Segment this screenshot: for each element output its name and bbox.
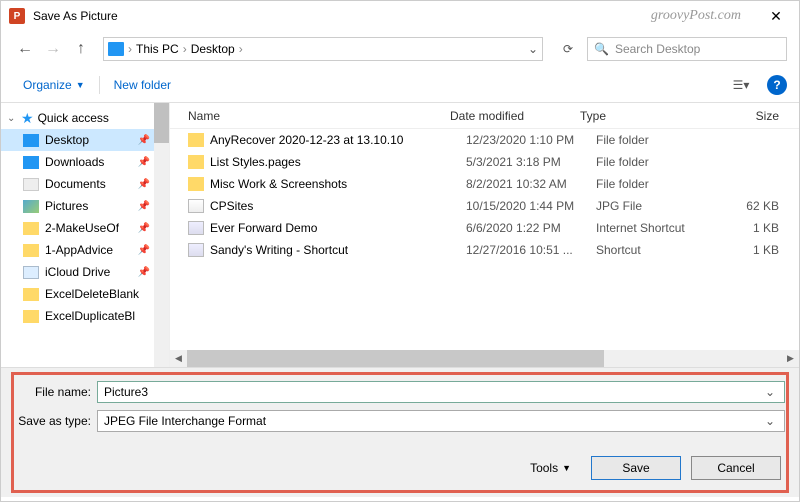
tree-item[interactable]: Documents📌: [1, 173, 154, 195]
chevron-down-icon: ▼: [562, 463, 571, 473]
refresh-button[interactable]: ⟳: [553, 37, 583, 61]
pin-icon: 📌: [138, 179, 150, 190]
save-button[interactable]: Save: [591, 456, 681, 480]
column-header-type[interactable]: Type: [580, 109, 700, 123]
breadcrumb[interactable]: › This PC › Desktop › ⌄: [103, 37, 543, 61]
file-row[interactable]: Sandy's Writing - Shortcut12/27/2016 10:…: [170, 239, 799, 261]
search-input[interactable]: 🔍 Search Desktop: [587, 37, 787, 61]
chevron-right-icon: ›: [183, 42, 187, 56]
file-icon: [188, 133, 204, 147]
file-icon: [188, 221, 204, 235]
pin-icon: 📌: [138, 157, 150, 168]
file-row[interactable]: Misc Work & Screenshots8/2/2021 10:32 AM…: [170, 173, 799, 195]
scroll-right-icon[interactable]: ▶: [782, 353, 799, 364]
star-icon: ★: [21, 110, 34, 127]
save-type-dropdown[interactable]: JPEG File Interchange Format ⌄: [97, 410, 785, 432]
chevron-down-icon[interactable]: ⌄: [762, 385, 778, 399]
tools-dropdown[interactable]: Tools▼: [530, 461, 571, 475]
file-icon: [188, 243, 204, 257]
pin-icon: 📌: [138, 201, 150, 212]
folder-icon: [23, 288, 39, 301]
chevron-down-icon: ▼: [76, 80, 85, 90]
chevron-down-icon[interactable]: ⌄: [762, 414, 778, 428]
separator: [99, 76, 100, 94]
tree-item[interactable]: Downloads📌: [1, 151, 154, 173]
cancel-button[interactable]: Cancel: [691, 456, 781, 480]
folder-icon: [23, 178, 39, 191]
organize-button[interactable]: Organize▼: [13, 74, 95, 96]
view-options-button[interactable]: ☰▾: [723, 73, 759, 97]
file-icon: [188, 177, 204, 191]
breadcrumb-segment[interactable]: Desktop: [191, 42, 235, 56]
folder-icon: [23, 222, 39, 235]
folder-icon: [23, 200, 39, 213]
horizontal-scrollbar[interactable]: ◀ ▶: [170, 350, 799, 367]
folder-icon: [23, 310, 39, 323]
tree-item[interactable]: 1-AppAdvice📌: [1, 239, 154, 261]
up-button[interactable]: ↑: [69, 37, 93, 61]
scroll-left-icon[interactable]: ◀: [170, 353, 187, 364]
help-button[interactable]: ?: [767, 75, 787, 95]
tree-item[interactable]: 2-MakeUseOf📌: [1, 217, 154, 239]
tree-item[interactable]: Pictures📌: [1, 195, 154, 217]
window-title: Save As Picture: [33, 9, 651, 23]
file-name-input[interactable]: Picture3 ⌄: [97, 381, 785, 403]
file-row[interactable]: List Styles.pages5/3/2021 3:18 PMFile fo…: [170, 151, 799, 173]
chevron-down-icon: ⌄: [7, 113, 17, 124]
column-headers: Name Date modified Type Size: [170, 103, 799, 129]
file-row[interactable]: CPSites10/15/2020 1:44 PMJPG File62 KB: [170, 195, 799, 217]
back-button[interactable]: ←: [13, 37, 37, 61]
pin-icon: 📌: [138, 223, 150, 234]
file-row[interactable]: AnyRecover 2020-12-23 at 13.10.1012/23/2…: [170, 129, 799, 151]
file-name-label: File name:: [15, 385, 97, 399]
watermark: groovyPost.com: [651, 8, 741, 24]
file-icon: [188, 155, 204, 169]
new-folder-button[interactable]: New folder: [104, 74, 181, 96]
pin-icon: 📌: [138, 135, 150, 146]
column-header-date[interactable]: Date modified: [450, 109, 580, 123]
pin-icon: 📌: [138, 245, 150, 256]
save-type-label: Save as type:: [15, 414, 97, 428]
column-header-size[interactable]: Size: [700, 109, 799, 123]
tree-item[interactable]: Desktop📌: [1, 129, 154, 151]
chevron-right-icon: ›: [239, 42, 243, 56]
chevron-right-icon: ›: [128, 42, 132, 56]
folder-icon: [23, 156, 39, 169]
file-row[interactable]: Ever Forward Demo6/6/2020 1:22 PMInterne…: [170, 217, 799, 239]
save-panel: File name: Picture3 ⌄ Save as type: JPEG…: [1, 367, 799, 497]
column-header-name[interactable]: Name: [170, 109, 450, 123]
pin-icon: 📌: [138, 267, 150, 278]
file-icon: [188, 199, 204, 213]
folder-icon: [23, 266, 39, 279]
breadcrumb-segment[interactable]: This PC: [136, 42, 179, 56]
navigation-tree: ⌄ ★ Quick access Desktop📌Downloads📌Docum…: [1, 103, 169, 367]
folder-icon: [23, 134, 39, 147]
search-icon: 🔍: [594, 42, 609, 56]
powerpoint-icon: P: [9, 8, 25, 24]
folder-icon: [23, 244, 39, 257]
close-button[interactable]: ✕: [761, 8, 791, 25]
vertical-scrollbar[interactable]: [154, 103, 169, 367]
chevron-down-icon[interactable]: ⌄: [528, 42, 538, 56]
this-pc-icon: [108, 42, 124, 56]
tree-item[interactable]: iCloud Drive📌: [1, 261, 154, 283]
tree-root-quick-access[interactable]: ⌄ ★ Quick access: [1, 107, 154, 129]
forward-button[interactable]: →: [41, 37, 65, 61]
search-placeholder: Search Desktop: [615, 42, 700, 56]
tree-item[interactable]: ExcelDuplicateBl: [1, 305, 154, 327]
tree-item[interactable]: ExcelDeleteBlank: [1, 283, 154, 305]
